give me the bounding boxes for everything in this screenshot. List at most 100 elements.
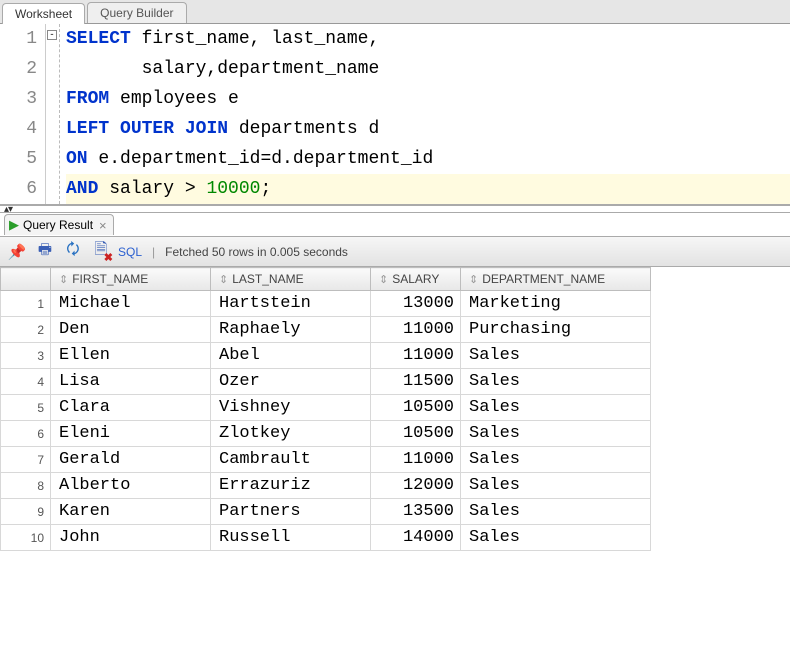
fold-toggle-icon[interactable]: - [47, 30, 57, 40]
row-number: 9 [1, 499, 51, 525]
divider-arrows-icon: ▴▾ [4, 204, 12, 215]
cell-last-name[interactable]: Errazuriz [211, 473, 371, 499]
cell-last-name[interactable]: Partners [211, 499, 371, 525]
result-toolbar: 📌 🖶 🗘 🗎✖ SQL | Fetched 50 rows in 0.005 … [0, 237, 790, 267]
cell-first-name[interactable]: Lisa [51, 369, 211, 395]
row-number: 1 [1, 291, 51, 317]
print-icon[interactable]: 🖶 [34, 241, 56, 263]
row-number: 7 [1, 447, 51, 473]
cell-salary[interactable]: 13500 [371, 499, 461, 525]
line-number: 6 [0, 174, 37, 204]
cell-salary[interactable]: 12000 [371, 473, 461, 499]
cell-last-name[interactable]: Russell [211, 525, 371, 551]
cell-department[interactable]: Sales [461, 343, 651, 369]
code-line[interactable]: SELECT first_name, last_name, [66, 24, 790, 54]
cell-last-name[interactable]: Vishney [211, 395, 371, 421]
cell-first-name[interactable]: Gerald [51, 447, 211, 473]
row-number: 5 [1, 395, 51, 421]
sql-editor[interactable]: 123456 - SELECT first_name, last_name, s… [0, 24, 790, 205]
editor-code[interactable]: SELECT first_name, last_name, salary,dep… [60, 24, 790, 204]
table-row[interactable]: 8AlbertoErrazuriz12000Sales [1, 473, 651, 499]
cell-department[interactable]: Sales [461, 395, 651, 421]
tab-query-result[interactable]: ▶ Query Result × [4, 214, 114, 235]
fold-column: - [46, 24, 60, 204]
line-number: 2 [0, 54, 37, 84]
editor-gutter: 123456 [0, 24, 46, 204]
code-line[interactable]: ON e.department_id=d.department_id [66, 144, 790, 174]
cell-first-name[interactable]: Ellen [51, 343, 211, 369]
cell-department[interactable]: Sales [461, 447, 651, 473]
cell-first-name[interactable]: Den [51, 317, 211, 343]
cell-department[interactable]: Marketing [461, 291, 651, 317]
row-number: 3 [1, 343, 51, 369]
clear-icon[interactable]: 🗎✖ [90, 241, 112, 263]
tab-query-builder[interactable]: Query Builder [87, 2, 186, 23]
sort-icon: ⇕ [59, 274, 68, 286]
table-row[interactable]: 3EllenAbel11000Sales [1, 343, 651, 369]
cell-department[interactable]: Sales [461, 369, 651, 395]
play-icon: ▶ [9, 217, 19, 233]
column-header-salary[interactable]: ⇕SALARY [371, 268, 461, 291]
results-grid[interactable]: ⇕FIRST_NAME ⇕LAST_NAME ⇕SALARY ⇕DEPARTME… [0, 267, 790, 551]
cell-last-name[interactable]: Hartstein [211, 291, 371, 317]
cell-first-name[interactable]: Clara [51, 395, 211, 421]
line-number: 4 [0, 114, 37, 144]
cell-salary[interactable]: 11000 [371, 447, 461, 473]
tab-worksheet[interactable]: Worksheet [2, 3, 85, 24]
cell-salary[interactable]: 11500 [371, 369, 461, 395]
cell-first-name[interactable]: Karen [51, 499, 211, 525]
cell-salary[interactable]: 13000 [371, 291, 461, 317]
cell-last-name[interactable]: Cambrault [211, 447, 371, 473]
table-row[interactable]: 5ClaraVishney10500Sales [1, 395, 651, 421]
cell-first-name[interactable]: John [51, 525, 211, 551]
table-row[interactable]: 10JohnRussell14000Sales [1, 525, 651, 551]
code-line[interactable]: AND salary > 10000; [66, 174, 790, 204]
result-tabbar: ▶ Query Result × [0, 213, 790, 237]
sort-icon: ⇕ [379, 274, 388, 286]
cell-first-name[interactable]: Alberto [51, 473, 211, 499]
sql-link[interactable]: SQL [118, 245, 142, 259]
code-line[interactable]: LEFT OUTER JOIN departments d [66, 114, 790, 144]
table-row[interactable]: 6EleniZlotkey10500Sales [1, 421, 651, 447]
table-row[interactable]: 9KarenPartners13500Sales [1, 499, 651, 525]
cell-last-name[interactable]: Zlotkey [211, 421, 371, 447]
pane-divider[interactable]: ▴▾ [0, 205, 790, 213]
row-number: 10 [1, 525, 51, 551]
table-row[interactable]: 1MichaelHartstein13000Marketing [1, 291, 651, 317]
cell-salary[interactable]: 10500 [371, 395, 461, 421]
editor-tabbar: Worksheet Query Builder [0, 0, 790, 24]
cell-last-name[interactable]: Ozer [211, 369, 371, 395]
cell-department[interactable]: Sales [461, 421, 651, 447]
cell-salary[interactable]: 11000 [371, 317, 461, 343]
cell-salary[interactable]: 14000 [371, 525, 461, 551]
close-icon[interactable]: × [99, 218, 107, 233]
cell-salary[interactable]: 11000 [371, 343, 461, 369]
sort-icon: ⇕ [469, 274, 478, 286]
refresh-icon[interactable]: 🗘 [62, 241, 84, 263]
code-line[interactable]: FROM employees e [66, 84, 790, 114]
table-row[interactable]: 4LisaOzer11500Sales [1, 369, 651, 395]
cell-last-name[interactable]: Abel [211, 343, 371, 369]
toolbar-separator: | [152, 245, 155, 259]
cell-first-name[interactable]: Eleni [51, 421, 211, 447]
line-number: 3 [0, 84, 37, 114]
result-tab-label: Query Result [23, 218, 93, 232]
cell-last-name[interactable]: Raphaely [211, 317, 371, 343]
cell-department[interactable]: Sales [461, 499, 651, 525]
rownum-header[interactable] [1, 268, 51, 291]
row-number: 4 [1, 369, 51, 395]
sort-icon: ⇕ [219, 274, 228, 286]
column-header-last-name[interactable]: ⇕LAST_NAME [211, 268, 371, 291]
cell-first-name[interactable]: Michael [51, 291, 211, 317]
table-row[interactable]: 7GeraldCambrault11000Sales [1, 447, 651, 473]
table-row[interactable]: 2DenRaphaely11000Purchasing [1, 317, 651, 343]
column-header-first-name[interactable]: ⇕FIRST_NAME [51, 268, 211, 291]
pin-icon[interactable]: 📌 [6, 241, 28, 263]
cell-salary[interactable]: 10500 [371, 421, 461, 447]
cell-department[interactable]: Sales [461, 473, 651, 499]
column-header-department-name[interactable]: ⇕DEPARTMENT_NAME [461, 268, 651, 291]
line-number: 5 [0, 144, 37, 174]
cell-department[interactable]: Purchasing [461, 317, 651, 343]
cell-department[interactable]: Sales [461, 525, 651, 551]
code-line[interactable]: salary,department_name [66, 54, 790, 84]
